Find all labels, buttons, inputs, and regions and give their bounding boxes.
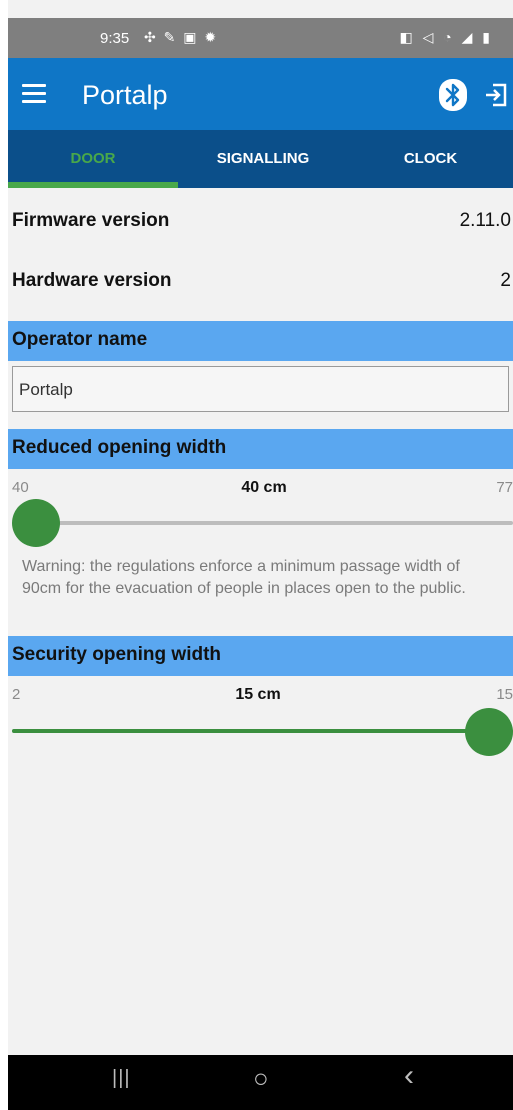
reduced-width-header: Reduced opening width bbox=[8, 429, 513, 469]
security-width-slider-thumb[interactable] bbox=[465, 708, 513, 756]
back-button[interactable]: ‹ bbox=[404, 1059, 414, 1093]
regulation-warning: Warning: the regulations enforce a minim… bbox=[22, 558, 466, 597]
tab-clock[interactable]: CLOCK bbox=[348, 130, 513, 188]
exit-icon[interactable] bbox=[483, 82, 509, 108]
operator-name-input[interactable]: Portalp bbox=[12, 366, 509, 412]
left-border bbox=[0, 0, 8, 1110]
firmware-version-value: 2.11.0 bbox=[459, 210, 511, 231]
firmware-version-label: Firmware version bbox=[12, 210, 170, 231]
status-system-icons: ◧ ◁ ◔ ◢ ▮ bbox=[399, 29, 493, 45]
status-notification-icons: ✣ ✎ ▣ ✹ bbox=[144, 29, 219, 45]
reduced-width-min: 40 bbox=[12, 479, 29, 496]
recent-apps-button[interactable]: ||| bbox=[112, 1067, 131, 1090]
security-width-header-label: Security opening width bbox=[12, 644, 222, 665]
reduced-width-header-label: Reduced opening width bbox=[12, 437, 227, 458]
reduced-width-max: 77 bbox=[496, 479, 513, 496]
navigation-bar: ||| ○ ‹ bbox=[8, 1055, 513, 1110]
hardware-version-label: Hardware version bbox=[12, 270, 172, 291]
app-title: Portalp bbox=[82, 80, 168, 110]
operator-name-header-label: Operator name bbox=[12, 329, 148, 350]
menu-icon[interactable] bbox=[22, 84, 46, 104]
operator-name-header: Operator name bbox=[8, 321, 513, 361]
security-width-slider-fill bbox=[12, 729, 513, 733]
bluetooth-icon[interactable] bbox=[438, 78, 468, 112]
reduced-width-current: 40 cm bbox=[241, 479, 287, 496]
tab-signalling[interactable]: SIGNALLING bbox=[178, 130, 348, 188]
home-button[interactable]: ○ bbox=[253, 1063, 269, 1094]
tab-bar: DOOR SIGNALLING CLOCK bbox=[8, 130, 513, 188]
security-width-header: Security opening width bbox=[8, 636, 513, 676]
reduced-width-slider-track[interactable] bbox=[12, 521, 513, 525]
reduced-width-slider-thumb[interactable] bbox=[12, 499, 60, 547]
app-frame: 9:35 ✣ ✎ ▣ ✹ ◧ ◁ ◔ ◢ ▮ Portalp DOOR SIGN… bbox=[8, 0, 513, 1110]
hardware-version-value: 2 bbox=[500, 270, 511, 291]
tab-door[interactable]: DOOR bbox=[8, 130, 178, 188]
security-width-current: 15 cm bbox=[235, 686, 281, 703]
app-bar: Portalp bbox=[8, 58, 513, 130]
status-time: 9:35 bbox=[100, 30, 130, 47]
security-width-min: 2 bbox=[12, 686, 21, 703]
active-tab-indicator bbox=[8, 182, 178, 188]
status-bar: 9:35 ✣ ✎ ▣ ✹ ◧ ◁ ◔ ◢ ▮ bbox=[8, 18, 513, 58]
security-width-max: 15 bbox=[496, 686, 513, 703]
security-width-slider-track[interactable] bbox=[12, 729, 513, 733]
